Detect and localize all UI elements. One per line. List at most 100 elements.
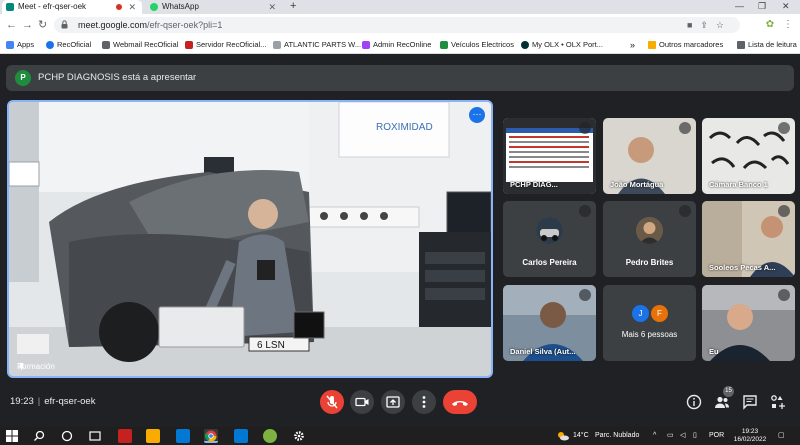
close-tab-icon[interactable]: ✕ <box>128 0 136 14</box>
store-icon[interactable] <box>176 429 190 443</box>
chrome-icon[interactable] <box>204 429 218 443</box>
share-icon[interactable]: ⇪ <box>700 20 716 30</box>
bookmark-label: My OLX • OLX Port... <box>532 40 603 49</box>
network-icon[interactable]: ▭ <box>667 427 674 445</box>
participant-tile-presenter-screen[interactable]: PCHP DIAG... <box>503 118 596 194</box>
bookmark-label: Admin RecOnline <box>373 40 432 49</box>
task-view-icon[interactable] <box>60 429 74 443</box>
menu-dots-icon[interactable]: ⋮ <box>780 17 796 33</box>
more-options-button[interactable] <box>412 390 436 414</box>
meeting-time: 19:23 <box>10 396 34 407</box>
bookmark-label: Servidor RecOficial... <box>196 40 267 49</box>
volume-icon[interactable]: ◁ <box>680 427 685 445</box>
presenter-avatar: P <box>15 70 31 86</box>
close-tab-icon[interactable]: ✕ <box>268 0 276 14</box>
other-bookmarks-folder[interactable]: Outros marcadores <box>648 36 723 54</box>
language-indicator[interactable]: POR <box>709 427 724 445</box>
presenting-text: PCHP DIAGNOSIS está a apresentar <box>38 72 197 83</box>
settings-gear-icon[interactable] <box>292 429 306 443</box>
reload-button[interactable]: ↻ <box>38 18 47 32</box>
participant-name: Câmara Banco 1 <box>709 180 768 189</box>
bookmark-label: Lista de leitura <box>748 40 797 49</box>
wall-sign: ROXIMIDAD <box>376 122 433 133</box>
tray-overflow-icon[interactable]: ^ <box>653 427 656 445</box>
back-button[interactable]: ← <box>6 18 17 32</box>
new-tab-button[interactable]: + <box>290 0 296 13</box>
mic-off-icon <box>778 205 790 217</box>
hang-up-icon <box>452 401 468 406</box>
bookmark-label: RecOficial <box>57 40 92 49</box>
olx-icon <box>521 41 529 49</box>
address-bar[interactable]: meet.google.com/efr-qser-oek?pli=1 ■⇪☆ <box>54 17 740 33</box>
widgets-icon[interactable] <box>88 429 102 443</box>
bookmark-atlantic[interactable]: ATLANTIC PARTS W... <box>273 36 361 54</box>
weather-temp: 14°C <box>573 432 589 439</box>
participant-tile-daniel[interactable]: Daniel Silva (Aut... <box>503 285 596 361</box>
windows-start-icon[interactable] <box>5 429 19 443</box>
omnibox-actions: ■⇪☆ <box>687 17 732 33</box>
clock-widget[interactable]: 19:23 16/02/2022 <box>730 428 770 444</box>
bookmark-servidor[interactable]: Servidor RecOficial... <box>185 36 266 54</box>
recording-icon <box>116 4 122 10</box>
bookmark-olx[interactable]: My OLX • OLX Port... <box>521 36 603 54</box>
participant-name: Eu <box>709 347 719 356</box>
participant-avatar <box>536 217 563 244</box>
reading-list-icon <box>737 41 745 49</box>
tab-meet[interactable]: Meet - efr-qser-oek ✕ <box>2 0 142 14</box>
participant-initial-avatar: J <box>632 305 649 322</box>
url-domain: meet.google.com <box>78 20 148 30</box>
outlook-icon[interactable] <box>234 429 248 443</box>
tab-whatsapp[interactable]: WhatsApp ✕ <box>146 0 282 14</box>
participant-initial-avatar: F <box>651 305 668 322</box>
bookmark-recoficial[interactable]: RecOficial <box>46 36 91 54</box>
activities-icon[interactable] <box>769 393 787 411</box>
main-tile-label: Formación <box>17 362 55 371</box>
battery-icon[interactable]: ▯ <box>693 427 697 445</box>
participant-tile-pedro[interactable]: Pedro Brites <box>603 201 696 277</box>
camera-in-use-icon[interactable]: ■ <box>687 20 700 30</box>
forward-button[interactable]: → <box>22 18 33 32</box>
present-screen-button[interactable] <box>381 390 405 414</box>
tile-options-icon[interactable]: ⋯ <box>469 107 485 123</box>
participant-tile-camera-banco[interactable]: Câmara Banco 1 <box>702 118 795 194</box>
participant-tile-joao[interactable]: João Mortágua <box>603 118 696 194</box>
bookmark-star-icon[interactable]: ☆ <box>716 20 732 30</box>
search-icon[interactable] <box>32 429 46 443</box>
more-participants-tile[interactable]: J F Mais 6 pessoas <box>603 285 696 361</box>
whatsapp-icon <box>150 3 158 11</box>
bookmark-apps[interactable]: Apps <box>6 36 34 54</box>
leave-call-button[interactable] <box>443 390 477 414</box>
close-window-button[interactable]: ✕ <box>782 0 790 13</box>
notifications-icon[interactable]: ▢ <box>778 427 785 445</box>
file-explorer-icon[interactable] <box>146 429 160 443</box>
camera-toggle-button[interactable] <box>350 390 374 414</box>
mic-off-icon <box>679 205 691 217</box>
bookmark-webmail[interactable]: Webmail RecOficial <box>102 36 178 54</box>
bookmark-veiculos[interactable]: Veículos Electricos <box>440 36 514 54</box>
main-video-tile[interactable]: ROXIMIDAD 6 LSN ⋯ Formación <box>7 100 493 378</box>
minimize-button[interactable]: — <box>735 0 744 13</box>
participant-tile-carlos[interactable]: Carlos Pereira <box>503 201 596 277</box>
meeting-details-icon[interactable] <box>685 393 703 411</box>
mic-toggle-button[interactable] <box>320 390 344 414</box>
document-icon <box>273 41 281 49</box>
extension-icon[interactable]: ✿ <box>762 17 778 33</box>
admin-icon <box>362 41 370 49</box>
tab-title: Meet - efr-qser-oek <box>18 2 87 11</box>
browser-tab-bar: Meet - efr-qser-oek ✕ WhatsApp ✕ + — ❐ ✕ <box>0 0 800 14</box>
reading-list[interactable]: Lista de leitura <box>737 36 797 54</box>
restore-button[interactable]: ❐ <box>758 0 766 13</box>
apps-grid-icon <box>6 41 14 49</box>
gift-app-icon[interactable] <box>118 429 132 443</box>
chat-icon[interactable] <box>741 393 759 411</box>
participant-tile-sooleos[interactable]: Sooleos Pecas A... <box>702 201 795 277</box>
participant-tile-self[interactable]: Eu <box>702 285 795 361</box>
weather-icon[interactable] <box>556 429 570 443</box>
more-bookmarks-button[interactable]: » <box>630 36 635 54</box>
meet-icon <box>6 3 14 11</box>
app-icon[interactable] <box>263 429 277 443</box>
bookmark-admin[interactable]: Admin RecOnline <box>362 36 431 54</box>
browser-toolbar: ← → ↻ meet.google.com/efr-qser-oek?pli=1… <box>0 14 800 36</box>
taskbar-date: 16/02/2022 <box>733 436 767 443</box>
bookmark-label: Veículos Electricos <box>451 40 514 49</box>
